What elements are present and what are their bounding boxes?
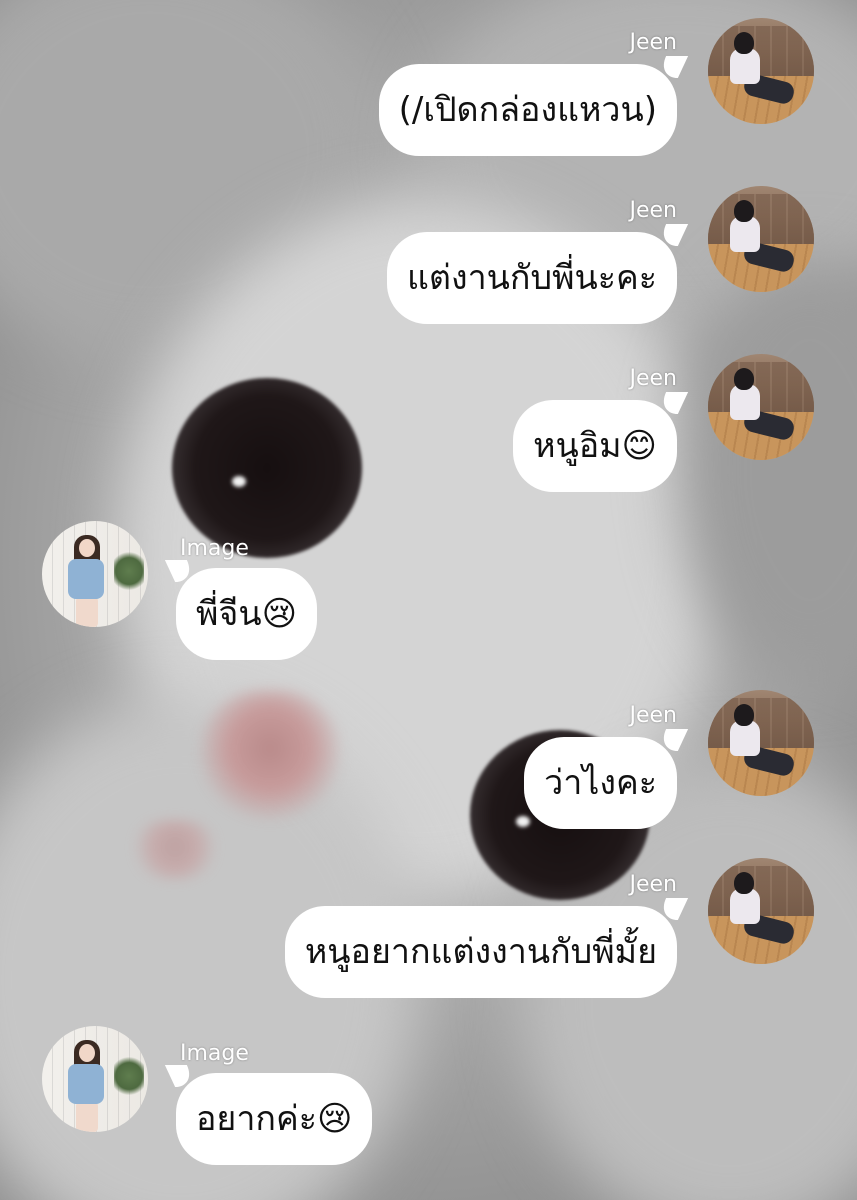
message-bubble[interactable]: อยากค่ะ😢	[164, 1065, 373, 1165]
message-text: (/เปิดกล่องแหวน)	[398, 90, 657, 130]
message-bubble[interactable]: หนูอยากแต่งงานกับพี่มั้ย	[284, 898, 689, 998]
sender-name: Jeen	[629, 703, 677, 728]
sender-name: Jeen	[629, 872, 677, 897]
image-avatar[interactable]	[42, 521, 148, 627]
message-text: หนูอยากแต่งงานกับพี่มั้ย	[304, 932, 657, 972]
message-bubble[interactable]: หนูอิม😊	[513, 392, 689, 492]
sender-name: Image	[180, 1041, 249, 1066]
message-bubble[interactable]: ว่าไงคะ	[524, 729, 689, 829]
sender-name: Image	[180, 536, 249, 561]
sender-name: Jeen	[629, 366, 677, 391]
sender-name: Jeen	[629, 198, 677, 223]
jeen-avatar[interactable]	[708, 858, 814, 964]
sender-name: Jeen	[629, 30, 677, 55]
message-bubble[interactable]: (/เปิดกล่องแหวน)	[378, 56, 689, 156]
message-bubble[interactable]: พี่จีน😢	[164, 560, 318, 660]
image-avatar[interactable]	[42, 1026, 148, 1132]
kitten-eye-left	[172, 378, 362, 558]
message-text: แต่งานกับพี่นะคะ	[406, 258, 657, 298]
jeen-avatar[interactable]	[708, 186, 814, 292]
message-text: หนูอิม😊	[533, 426, 657, 466]
message-text: พี่จีน😢	[196, 594, 298, 634]
message-bubble[interactable]: แต่งานกับพี่นะคะ	[386, 224, 689, 324]
jeen-avatar[interactable]	[708, 690, 814, 796]
message-text: ว่าไงคะ	[544, 763, 657, 803]
kitten-nose	[200, 690, 340, 820]
jeen-avatar[interactable]	[708, 354, 814, 460]
message-text: อยากค่ะ😢	[196, 1099, 353, 1139]
jeen-avatar[interactable]	[708, 18, 814, 124]
